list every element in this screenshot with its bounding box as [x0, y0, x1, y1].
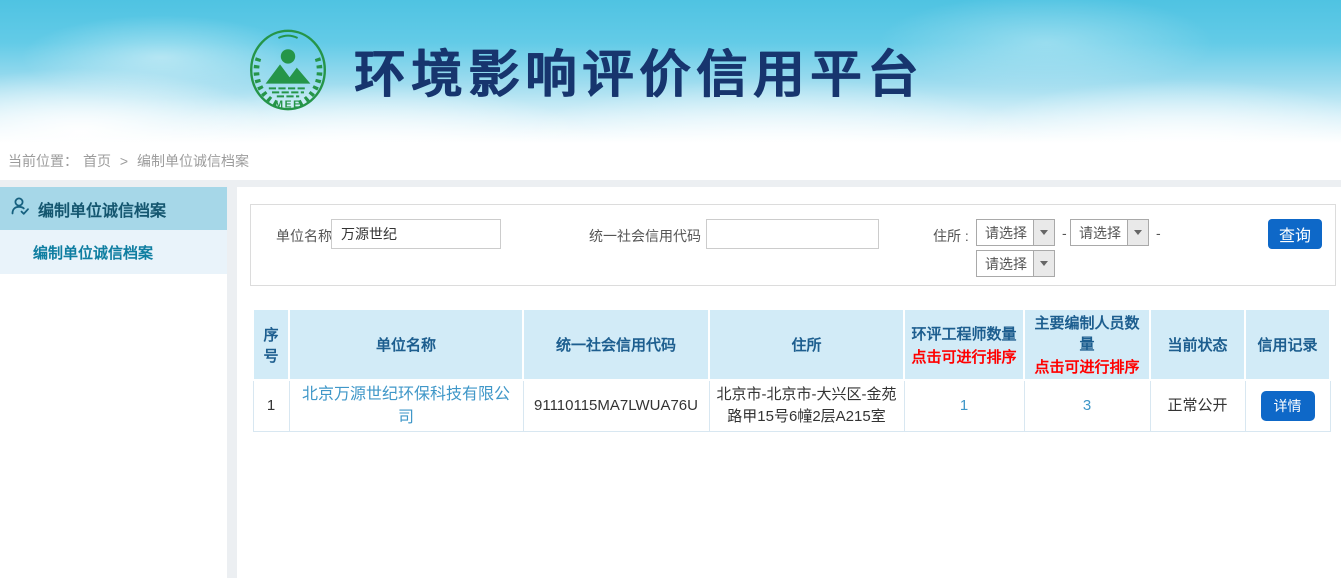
col-label: 环评工程师数量 [911, 326, 1016, 343]
table-header-row: 序号 单位名称 统一社会信用代码 住所 环评工程师数量 点击可进行排序 主要编制… [253, 309, 1330, 380]
select-separator: - [1156, 225, 1161, 241]
address-district-select[interactable]: 请选择 [976, 250, 1055, 277]
company-name-link[interactable]: 北京万源世纪环保科技有限公司 [302, 386, 510, 426]
col-status: 当前状态 [1150, 309, 1245, 380]
breadcrumb-separator: > [120, 153, 128, 169]
col-credit-code: 统一社会信用代码 [523, 309, 709, 380]
select-value: 请选择 [977, 254, 1033, 274]
search-panel: 单位名称 : 统一社会信用代码 : 住所 : 请选择 - 请选择 - 请选择 查… [250, 204, 1336, 286]
sidebar-section-credit-archive[interactable]: 编制单位诚信档案 [0, 187, 227, 230]
credit-code-input[interactable] [706, 219, 879, 249]
address-city-select[interactable]: 请选择 [1070, 219, 1149, 246]
cell-seq: 1 [253, 380, 289, 432]
staff-count-link[interactable]: 3 [1083, 397, 1091, 414]
engineer-count-link[interactable]: 1 [960, 397, 968, 414]
breadcrumb-home-link[interactable]: 首页 [83, 153, 111, 169]
col-unit-name: 单位名称 [289, 309, 523, 380]
user-check-icon [10, 196, 30, 221]
col-staff-count-sortable[interactable]: 主要编制人员数量 点击可进行排序 [1024, 309, 1150, 380]
select-value: 请选择 [1071, 223, 1127, 243]
col-credit-record: 信用记录 [1245, 309, 1330, 380]
detail-button[interactable]: 详情 [1261, 391, 1315, 421]
results-table: 序号 单位名称 统一社会信用代码 住所 环评工程师数量 点击可进行排序 主要编制… [252, 308, 1331, 432]
address-label: 住所 : [933, 226, 969, 246]
table-row: 1 北京万源世纪环保科技有限公司 91110115MA7LWUA76U 北京市-… [253, 380, 1330, 432]
sidebar: 编制单位诚信档案 编制单位诚信档案 [0, 187, 227, 578]
chevron-down-icon [1127, 220, 1148, 245]
unit-name-input[interactable] [331, 219, 501, 249]
cell-address: 北京市-北京市-大兴区-金苑路甲15号6幢2层A215室 [709, 380, 904, 432]
col-address: 住所 [709, 309, 904, 380]
chevron-down-icon [1033, 251, 1054, 276]
mee-logo-icon: MEE [248, 26, 328, 114]
header-banner: MEE 环境影响评价信用平台 [0, 0, 1341, 143]
chevron-down-icon [1033, 220, 1054, 245]
col-label: 主要编制人员数量 [1034, 315, 1139, 353]
cell-status: 正常公开 [1150, 380, 1245, 432]
credit-code-label: 统一社会信用代码 : [589, 226, 709, 246]
sidebar-item-credit-archive[interactable]: 编制单位诚信档案 [0, 230, 227, 274]
sort-hint: 点击可进行排序 [908, 346, 1020, 367]
sort-hint: 点击可进行排序 [1028, 356, 1146, 377]
svg-text:MEE: MEE [274, 100, 301, 111]
brand: MEE 环境影响评价信用平台 [248, 24, 924, 116]
sidebar-item-label: 编制单位诚信档案 [33, 242, 153, 263]
breadcrumb-label: 当前位置： [8, 153, 78, 169]
col-seq: 序号 [253, 309, 289, 380]
sidebar-section-label: 编制单位诚信档案 [38, 197, 166, 221]
horizontal-divider [0, 180, 1341, 187]
col-engineer-count-sortable[interactable]: 环评工程师数量 点击可进行排序 [904, 309, 1024, 380]
address-province-select[interactable]: 请选择 [976, 219, 1055, 246]
breadcrumb-current: 编制单位诚信档案 [137, 153, 249, 169]
vertical-divider [227, 187, 237, 578]
search-button[interactable]: 查询 [1268, 219, 1322, 249]
breadcrumb: 当前位置： 首页 > 编制单位诚信档案 [0, 143, 1341, 180]
select-separator: - [1062, 225, 1067, 241]
content-area: 编制单位诚信档案 编制单位诚信档案 单位名称 : 统一社会信用代码 : 住所 :… [0, 187, 1341, 578]
site-title: 环境影响评价信用平台 [354, 33, 924, 107]
cell-credit-code: 91110115MA7LWUA76U [523, 380, 709, 432]
select-value: 请选择 [977, 223, 1033, 243]
main-panel: 单位名称 : 统一社会信用代码 : 住所 : 请选择 - 请选择 - 请选择 查… [237, 187, 1341, 578]
